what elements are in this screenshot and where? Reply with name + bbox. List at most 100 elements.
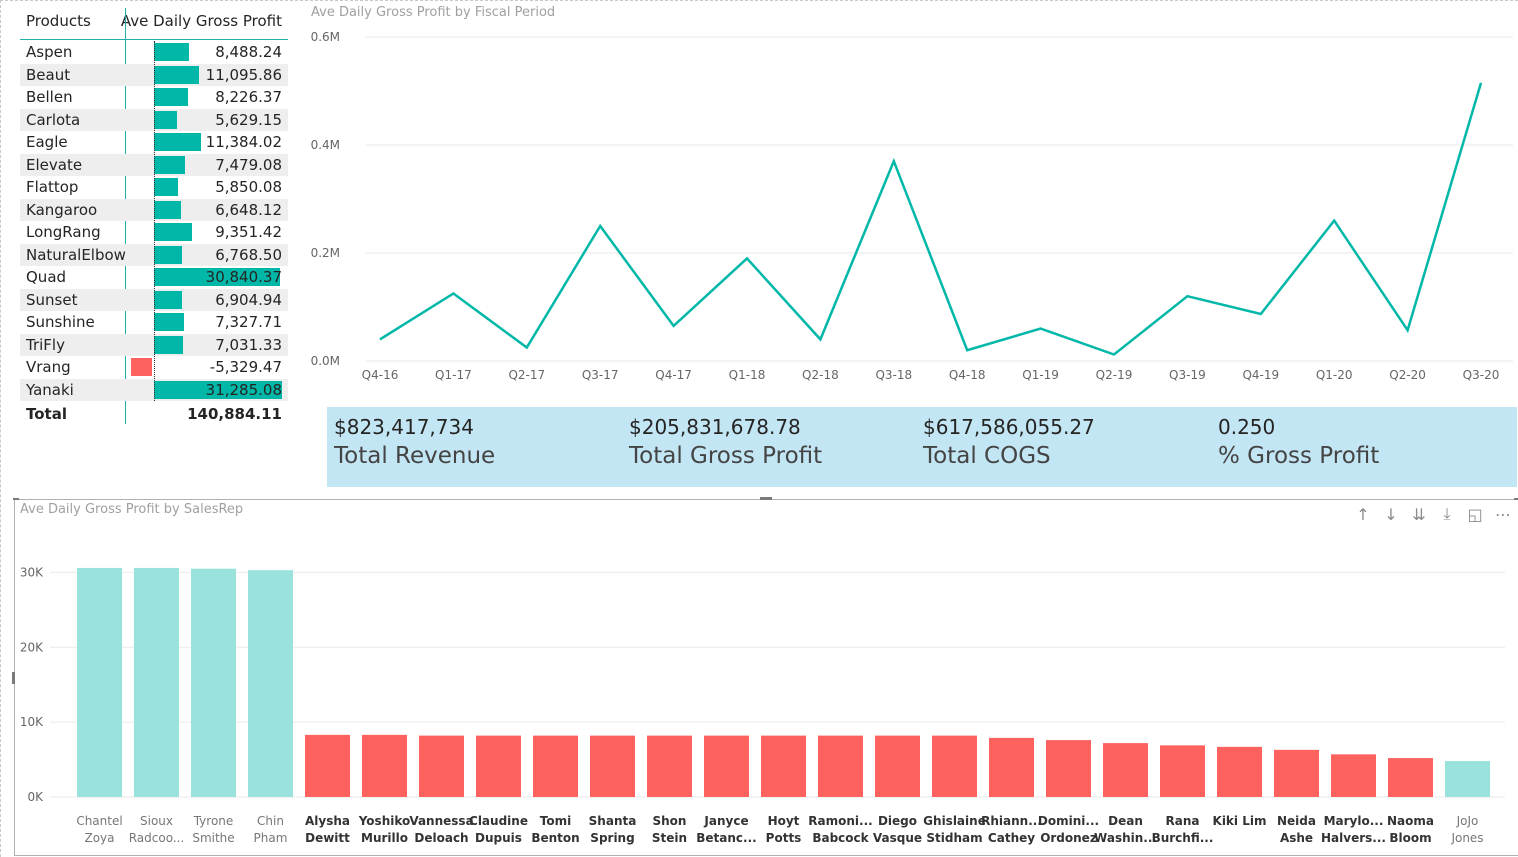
bar[interactable] [647, 735, 692, 797]
data-point[interactable] [597, 223, 603, 229]
data-point[interactable] [891, 158, 897, 164]
resize-handle-left[interactable] [12, 672, 15, 684]
kpi-label: Total COGS [923, 443, 1051, 469]
page-frame-left [0, 0, 1, 857]
bar[interactable] [533, 735, 578, 797]
bar[interactable] [989, 737, 1034, 797]
x-category-label: Smithe [192, 831, 234, 845]
bar[interactable] [761, 735, 806, 797]
table-header: Products Ave Daily Gross Profit [20, 8, 288, 40]
product-name: Flattop [26, 178, 79, 196]
data-point[interactable] [817, 336, 823, 342]
product-value: 6,648.12 [215, 200, 282, 219]
data-bar [154, 110, 178, 129]
bar[interactable] [362, 734, 407, 797]
data-point[interactable] [744, 255, 750, 261]
kpi-value: $823,417,734 [334, 415, 474, 439]
x-category-label: Domini... [1038, 814, 1099, 828]
x-category-label: Shanta [589, 814, 637, 828]
bar[interactable] [77, 567, 122, 797]
bar[interactable] [134, 567, 179, 797]
kpi-total-gross-profit[interactable]: $205,831,678.78 Total Gross Profit [629, 415, 909, 469]
total-label: Total [26, 405, 67, 423]
x-category-label: Betanc... [696, 831, 756, 845]
resize-handle-top[interactable] [760, 497, 772, 500]
x-category-label: Ashe [1280, 831, 1313, 845]
bar[interactable] [1445, 761, 1490, 797]
data-point[interactable] [1258, 311, 1264, 317]
x-category-label: Vasque [873, 831, 922, 845]
line-chart-visual[interactable]: Ave Daily Gross Profit by Fiscal Period … [305, 0, 1518, 395]
bar[interactable] [932, 735, 977, 797]
x-category-label: Rana [1166, 814, 1200, 828]
data-bar [154, 200, 182, 219]
bar[interactable] [305, 734, 350, 797]
resize-corner-tr[interactable] [1514, 498, 1518, 500]
data-point[interactable] [450, 291, 456, 297]
products-column-header[interactable]: Products [26, 12, 91, 30]
bar[interactable] [875, 735, 920, 797]
bar[interactable] [248, 570, 293, 797]
kpi-value: 0.250 [1218, 415, 1276, 439]
x-category-label: Chantel [76, 814, 122, 828]
bar[interactable] [1103, 743, 1148, 797]
kpi-total-revenue[interactable]: $823,417,734 Total Revenue [334, 415, 614, 469]
product-name: NaturalElbow [26, 245, 126, 264]
x-category-label: Bloom [1389, 831, 1431, 845]
x-category-label: Ghislaine [923, 814, 986, 828]
x-tick-label: Q3-20 [1463, 368, 1500, 382]
x-category-label: JoJo [1456, 814, 1479, 828]
product-value: 7,327.71 [215, 313, 282, 331]
y-tick-label: 0K [27, 790, 44, 804]
kpi-value: $617,586,055.27 [923, 415, 1095, 439]
x-tick-label: Q4-16 [362, 368, 399, 382]
product-name: Sunshine [26, 313, 95, 331]
products-table[interactable]: Products Ave Daily Gross Profit Aspen 8,4… [20, 8, 290, 426]
x-category-label: Halvers... [1321, 831, 1386, 845]
x-category-label: Burchfi... [1152, 831, 1214, 845]
x-category-label: Stidham [926, 831, 982, 845]
x-tick-label: Q2-20 [1389, 368, 1426, 382]
x-category-label: Dupuis [475, 831, 522, 845]
data-point[interactable] [1184, 293, 1190, 299]
x-tick-label: Q3-19 [1169, 368, 1206, 382]
data-point[interactable] [524, 345, 530, 351]
data-point[interactable] [1405, 327, 1411, 333]
data-bar [154, 313, 184, 331]
product-name: Sunset [26, 290, 78, 309]
metric-column-header[interactable]: Ave Daily Gross Profit [121, 12, 282, 30]
data-point[interactable] [964, 347, 970, 353]
data-point[interactable] [671, 323, 677, 329]
product-name: Vrang [26, 358, 71, 376]
salesrep-bar-chart-visual[interactable]: Ave Daily Gross Profit by SalesRep ↑ ↓ ⇊… [12, 497, 1518, 856]
kpi-label: % Gross Profit [1218, 443, 1380, 469]
bar[interactable] [1217, 746, 1262, 797]
kpi-total-cogs[interactable]: $617,586,055.27 Total COGS [923, 415, 1203, 469]
bar[interactable] [1046, 740, 1091, 797]
data-point[interactable] [1478, 80, 1484, 86]
data-point[interactable] [1331, 218, 1337, 224]
bar[interactable] [1388, 758, 1433, 797]
data-point[interactable] [1111, 352, 1117, 358]
data-point[interactable] [377, 336, 383, 342]
bar[interactable] [191, 568, 236, 797]
bar[interactable] [818, 735, 863, 797]
bar[interactable] [704, 735, 749, 797]
data-bar [154, 335, 183, 354]
x-category-label: Ordonez [1040, 831, 1097, 845]
product-name: Beaut [26, 65, 71, 84]
databar-axis-line [154, 41, 155, 401]
kpi-gross-profit-pct[interactable]: 0.250 % Gross Profit [1218, 415, 1498, 469]
bar[interactable] [476, 735, 521, 797]
x-category-label: Hoyt [768, 814, 800, 828]
bar[interactable] [419, 735, 464, 797]
bar[interactable] [1274, 749, 1319, 797]
data-point[interactable] [1038, 326, 1044, 332]
resize-corner-tl[interactable] [13, 498, 19, 500]
series-line[interactable] [379, 82, 1483, 356]
bar[interactable] [1331, 754, 1376, 797]
bar[interactable] [590, 735, 635, 797]
bar[interactable] [1160, 745, 1205, 797]
x-category-label: Zoya [84, 831, 114, 845]
x-tick-label: Q1-17 [435, 368, 472, 382]
